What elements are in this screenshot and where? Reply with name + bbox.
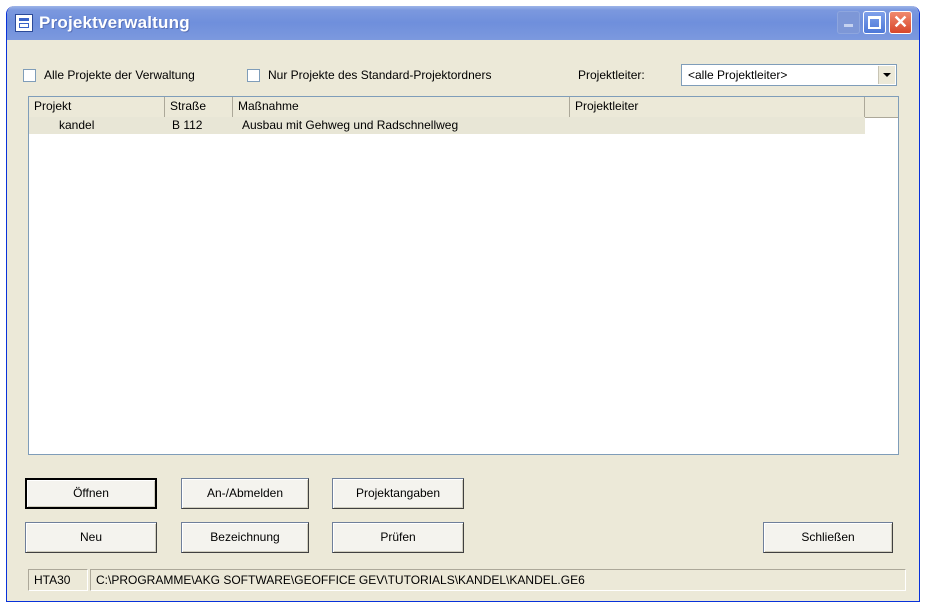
project-manager-select[interactable]: <alle Projektleiter> <box>681 64 897 86</box>
cell-massnahme: Ausbau mit Gehweg und Radschnellweg <box>242 118 459 132</box>
column-header-massnahme[interactable]: Maßnahme <box>233 97 570 117</box>
cell-strasse: B 112 <box>172 118 203 132</box>
cell-projekt: kandel <box>59 118 95 132</box>
project-info-button[interactable]: Projektangaben <box>332 478 464 509</box>
status-path: C:\PROGRAMME\AKG SOFTWARE\GEOFFICE GEV\T… <box>90 569 906 591</box>
app-icon <box>15 14 33 32</box>
window-title: Projektverwaltung <box>39 13 190 32</box>
column-header-strasse[interactable]: Straße <box>165 97 233 117</box>
status-code: HTA30 <box>28 569 88 591</box>
close-window-button[interactable]: ✕ <box>889 11 912 34</box>
standard-folder-label: Nur Projekte des Standard-Projektordners <box>268 68 492 82</box>
project-manager-window: Projektverwaltung ✕ Alle Projekte der Ve… <box>6 6 920 602</box>
maximize-button[interactable] <box>863 11 886 34</box>
project-list[interactable]: Projekt Straße Maßnahme Projektleiter ka… <box>28 96 899 455</box>
project-manager-label: Projektleiter: <box>578 68 645 82</box>
minimize-icon <box>844 24 853 27</box>
open-button[interactable]: Öffnen <box>25 478 157 509</box>
minimize-button[interactable] <box>837 11 860 34</box>
new-button[interactable]: Neu <box>25 522 157 553</box>
standard-folder-checkbox[interactable] <box>247 69 260 82</box>
check-button[interactable]: Prüfen <box>332 522 464 553</box>
project-manager-value: <alle Projektleiter> <box>688 68 788 82</box>
column-header-projektleiter[interactable]: Projektleiter <box>570 97 865 117</box>
list-header: Projekt Straße Maßnahme Projektleiter <box>29 97 898 118</box>
title-bar[interactable]: Projektverwaltung ✕ <box>7 6 919 40</box>
chevron-down-icon[interactable] <box>878 66 895 84</box>
maximize-icon <box>868 16 881 29</box>
table-row[interactable]: kandel B 112 Ausbau mit Gehweg und Radsc… <box>29 117 865 134</box>
register-button[interactable]: An-/Abmelden <box>181 478 309 509</box>
close-icon: ✕ <box>892 12 909 32</box>
rename-button[interactable]: Bezeichnung <box>181 522 309 553</box>
all-projects-checkbox[interactable] <box>23 69 36 82</box>
close-button[interactable]: Schließen <box>763 522 893 553</box>
column-header-projekt[interactable]: Projekt <box>29 97 165 117</box>
all-projects-label: Alle Projekte der Verwaltung <box>44 68 195 82</box>
